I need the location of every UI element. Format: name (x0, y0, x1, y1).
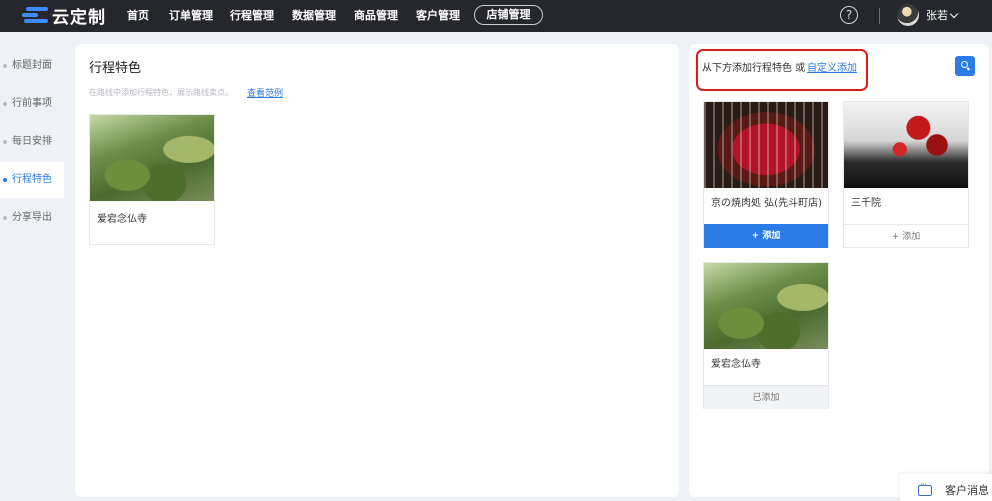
avatar[interactable] (897, 4, 919, 26)
library-image (704, 102, 828, 188)
sidebar-item-label: 每日安排 (12, 136, 52, 147)
nav-products[interactable]: 商品管理 (354, 0, 398, 32)
sidebar-item-label: 行前事项 (12, 98, 52, 109)
add-prompt: 从下方添加行程特色 或 (702, 63, 806, 74)
chat-icon (918, 480, 932, 496)
add-button[interactable]: + 添加 (704, 224, 828, 248)
chevron-down-icon[interactable] (949, 9, 959, 19)
nav-itineraries[interactable]: 行程管理 (230, 0, 274, 32)
store-management-button[interactable]: 店铺管理 (474, 5, 543, 25)
library-item-name: 京の焼肉処 弘(先斗町店) (711, 198, 822, 209)
view-example-link[interactable]: 查看范例 (247, 86, 283, 99)
library-card[interactable]: 爱宕念仏寺 已添加 (703, 262, 829, 409)
sidebar-item-pretrip[interactable]: 行前事项 (0, 86, 64, 122)
nav-home[interactable]: 首页 (127, 0, 149, 32)
logo-icon (22, 5, 48, 25)
sidebar-item-share[interactable]: 分享导出 (0, 200, 64, 236)
added-status-button: 已添加 (704, 385, 828, 409)
sidebar-item-cover[interactable]: 标题封面 (0, 48, 64, 84)
library-panel: 从下方添加行程特色 或 自定义添加 京の焼肉処 弘(先斗町店) + 添加 三千院… (689, 44, 989, 497)
sidebar-item-daily[interactable]: 每日安排 (0, 124, 64, 160)
feature-image (90, 115, 214, 201)
sidebar-item-label: 行程特色 (12, 174, 52, 185)
chat-label: 客户消息 (945, 484, 989, 497)
features-panel: 行程特色 在路线中添加行程特色，展示路线卖点。 查看范例 爱宕念仏寺 (75, 44, 679, 497)
search-button[interactable] (955, 56, 975, 76)
library-card[interactable]: 京の焼肉処 弘(先斗町店) + 添加 (703, 101, 829, 248)
top-nav-bar: 云定制 首页 订单管理 行程管理 数据管理 商品管理 客户管理 店铺管理 ? 张… (0, 0, 992, 32)
feature-card[interactable]: 爱宕念仏寺 (89, 114, 215, 245)
nav-customers[interactable]: 客户管理 (416, 0, 460, 32)
library-item-name: 三千院 (851, 198, 881, 209)
help-icon[interactable]: ? (840, 6, 858, 24)
brand-name: 云定制 (52, 7, 106, 28)
section-sidebar: 标题封面 行前事项 每日安排 行程特色 分享导出 (0, 32, 64, 501)
brand-logo[interactable]: 云定制 (22, 4, 106, 28)
bullet-icon (3, 64, 7, 68)
username[interactable]: 张若 (926, 0, 948, 32)
page-title: 行程特色 (89, 61, 142, 76)
nav-orders[interactable]: 订单管理 (169, 0, 213, 32)
bullet-icon (3, 102, 7, 106)
sidebar-item-label: 分享导出 (12, 212, 52, 223)
hint-text: 在路线中添加行程特色，展示路线卖点。 (89, 88, 233, 97)
bullet-icon (3, 216, 7, 220)
nav-divider (879, 8, 880, 24)
custom-add-link[interactable]: 自定义添加 (807, 59, 857, 74)
add-button[interactable]: + 添加 (844, 224, 968, 248)
feature-name: 爱宕念仏寺 (97, 214, 147, 225)
customer-messages-widget[interactable]: 客户消息 (900, 474, 992, 501)
sidebar-item-features[interactable]: 行程特色 (0, 162, 64, 198)
bullet-icon (3, 140, 7, 144)
nav-data[interactable]: 数据管理 (292, 0, 336, 32)
library-image (844, 102, 968, 188)
bullet-icon (3, 178, 7, 182)
sidebar-item-label: 标题封面 (12, 60, 52, 71)
library-card[interactable]: 三千院 + 添加 (843, 101, 969, 248)
library-item-name: 爱宕念仏寺 (711, 359, 761, 370)
library-image (704, 263, 828, 349)
